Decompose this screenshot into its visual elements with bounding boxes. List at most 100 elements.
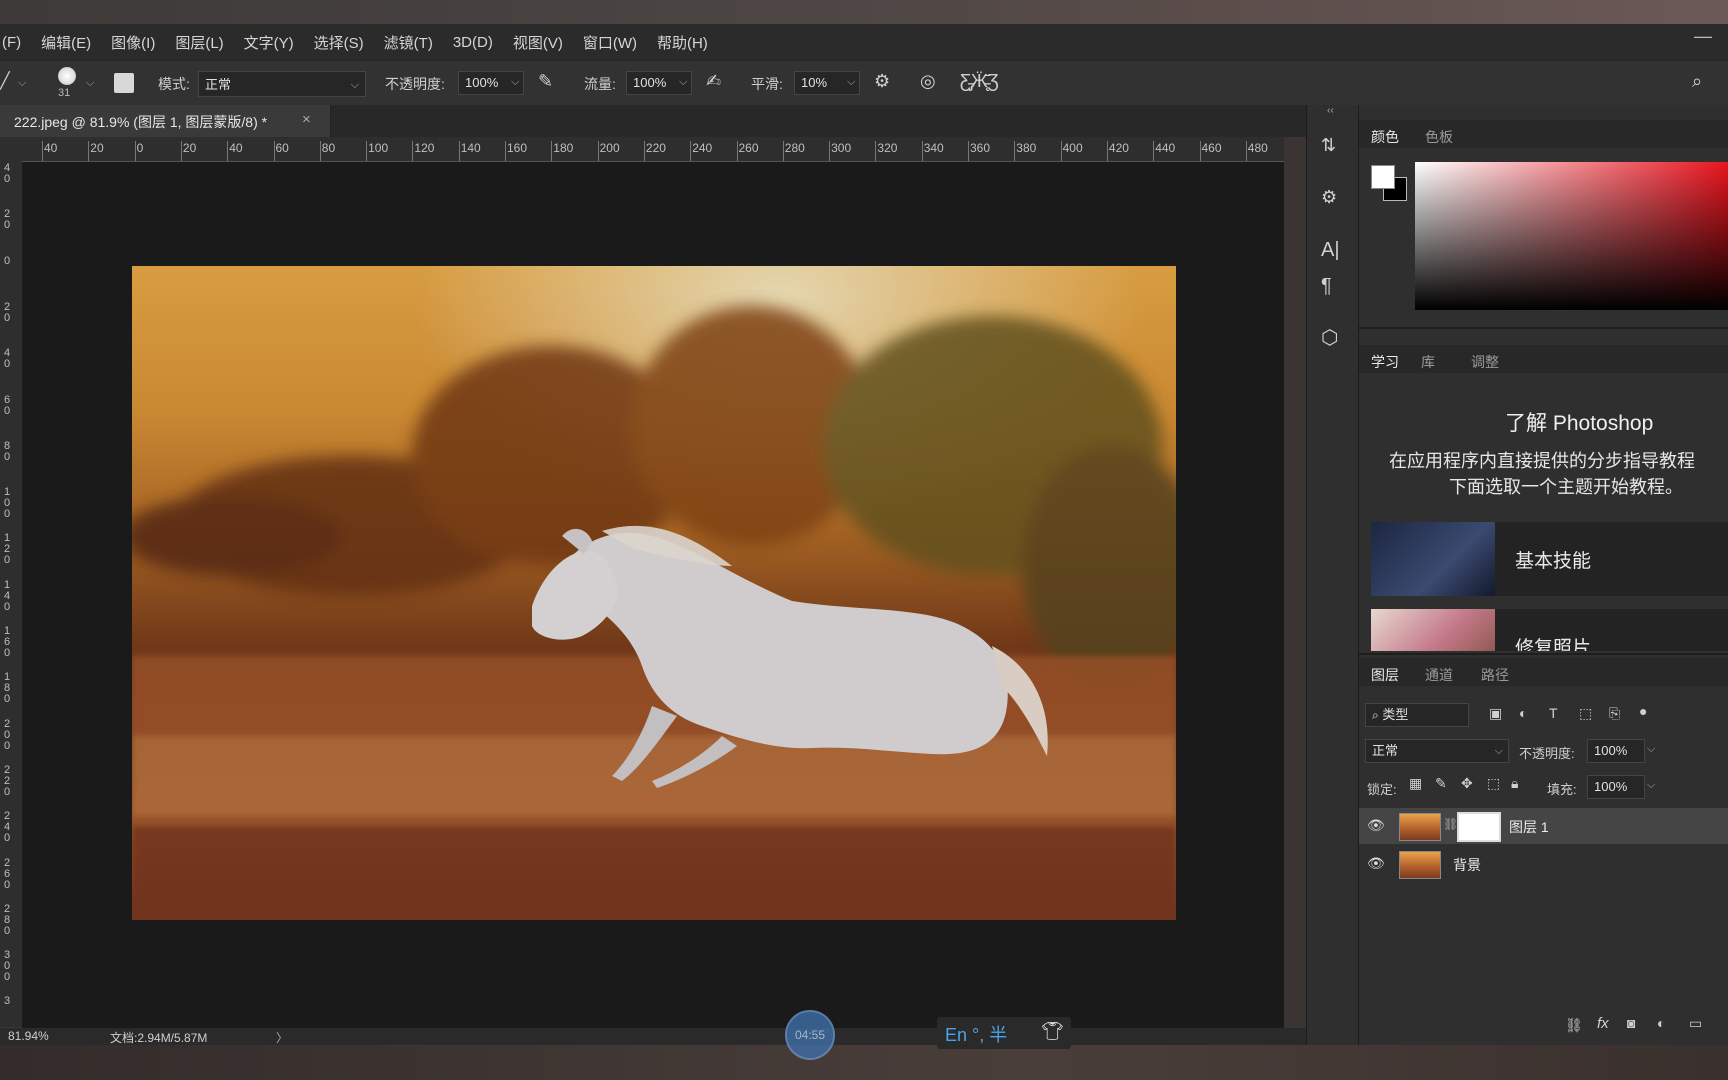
tab-layers[interactable]: 图层 (1371, 665, 1399, 685)
adjustment-layer-icon[interactable]: ◐ (1657, 1015, 1665, 1031)
ruler-label: 420 (1108, 141, 1129, 155)
type-filter-icon[interactable]: T (1549, 705, 1558, 721)
close-tab-icon[interactable]: × (302, 111, 311, 128)
document-tab[interactable]: 222.jpeg @ 81.9% (图层 1, 图层蒙版/8) * × (0, 105, 331, 137)
link-icon[interactable]: ⛓ (1443, 817, 1458, 831)
collapse-panels-icon[interactable]: ‹‹ (1327, 105, 1334, 116)
ruler-tick (921, 141, 923, 161)
smoothing-dropdown-icon[interactable]: ⌵ (847, 76, 855, 89)
adjustment-filter-icon[interactable]: ◐ (1519, 705, 1527, 721)
ruler-tick (1106, 141, 1108, 161)
layer-row[interactable]: 👁︎ 背景 (1359, 846, 1728, 882)
flow-dropdown-icon[interactable]: ⌵ (679, 76, 687, 89)
tab-libraries[interactable]: 库 (1421, 352, 1435, 372)
brush-settings-panel-icon[interactable] (114, 73, 134, 93)
new-group-icon[interactable]: ▭ (1689, 1015, 1702, 1032)
minimize-button[interactable]: — (1688, 26, 1718, 50)
tab-swatches[interactable]: 色板 (1425, 127, 1453, 147)
layer-style-icon[interactable]: fx (1597, 1015, 1609, 1032)
brush-preview-icon[interactable] (58, 67, 76, 85)
color-picker-field[interactable] (1415, 162, 1728, 310)
ime-toolbar[interactable]: En °, 半 👕︎ (937, 1017, 1071, 1049)
properties-panel-icon[interactable]: ⚙ (1321, 187, 1337, 208)
menu-3d[interactable]: 3D(D) (443, 34, 503, 51)
history-panel-icon[interactable]: ⇅ (1321, 135, 1336, 156)
chevron-down-icon: ⌵ (1494, 745, 1503, 757)
learn-item-fix-photos[interactable]: 修复照片 (1371, 609, 1728, 651)
canvas-image[interactable] (132, 266, 1176, 920)
ruler-label: 220 (3, 763, 11, 798)
shape-filter-icon[interactable]: ⬚ (1579, 705, 1592, 722)
opacity-dropdown-icon[interactable]: ⌵ (511, 76, 519, 89)
paragraph-panel-icon[interactable]: ¶ (1321, 275, 1332, 298)
airbrush-icon[interactable]: ✍ (706, 71, 721, 92)
symmetry-butterfly-icon[interactable]: Ƹ̵̡Ӝ̵̨̄Ʒ (960, 71, 999, 92)
lock-image-icon[interactable]: ✎ (1435, 775, 1447, 792)
layer-opacity-input[interactable]: 100% (1587, 739, 1645, 763)
menu-image[interactable]: 图像(I) (101, 32, 165, 53)
fill-dropdown-icon[interactable]: ⌵ (1647, 779, 1655, 792)
menu-edit[interactable]: 编辑(E) (31, 32, 101, 53)
lock-position-icon[interactable]: ✥ (1461, 775, 1473, 792)
menu-type[interactable]: 文字(Y) (234, 32, 304, 53)
layer-mask-thumbnail[interactable] (1457, 812, 1501, 842)
tab-paths[interactable]: 路径 (1481, 665, 1509, 685)
menu-view[interactable]: 视图(V) (503, 32, 573, 53)
pixel-filter-icon[interactable]: ▣ (1489, 705, 1502, 722)
eye-icon[interactable]: 👁︎ (1367, 817, 1385, 834)
ruler-label: 240 (3, 810, 11, 845)
mode-select[interactable]: 正常 ⌵ (198, 71, 366, 97)
status-menu-arrow-icon[interactable]: 〉 (276, 1029, 288, 1046)
search-icon[interactable]: ⌕ (1692, 71, 1702, 92)
ruler-label: 0 (3, 254, 11, 267)
tab-learn[interactable]: 学习 (1371, 352, 1399, 372)
ruler-tick (643, 141, 645, 161)
vertical-ruler[interactable]: 4020020406080100120140160180200220240260… (0, 161, 23, 1027)
tab-adjustments[interactable]: 调整 (1471, 352, 1499, 372)
ruler-tick (42, 141, 43, 161)
lock-transparency-icon[interactable]: ▦ (1409, 775, 1422, 792)
menu-file[interactable]: (F) (0, 34, 31, 51)
layer-filter-select[interactable]: ⌕ 类型 (1365, 703, 1469, 727)
character-panel-icon[interactable]: A| (1321, 239, 1340, 262)
fill-input[interactable]: 100% (1587, 775, 1645, 799)
tool-preset-dropdown-icon[interactable]: ⌵ (18, 77, 26, 90)
gear-icon[interactable]: ⚙ (874, 71, 890, 92)
learn-item-basic-skills[interactable]: 基本技能 (1371, 522, 1728, 596)
brush-size-label: 31 (58, 87, 71, 99)
brush-tool-icon[interactable]: ╱ (0, 71, 10, 91)
tab-color[interactable]: 颜色 (1371, 127, 1399, 147)
layer-row[interactable]: 👁︎ ⛓ 图层 1 (1359, 808, 1728, 844)
ime-skin-shirt-icon[interactable]: 👕︎ (1041, 1021, 1064, 1042)
ruler-tick (690, 141, 692, 161)
menu-help[interactable]: 帮助(H) (647, 32, 718, 53)
menu-window[interactable]: 窗口(W) (573, 32, 647, 53)
filter-toggle-icon[interactable]: ● (1639, 703, 1647, 719)
layer-name: 背景 (1453, 857, 1481, 873)
blend-mode-select[interactable]: 正常 ⌵ (1365, 739, 1509, 763)
menu-select[interactable]: 选择(S) (304, 32, 374, 53)
tool-options-bar: ╱ ⌵ 31 ⌵ 模式: 正常 ⌵ 不透明度: 100% ⌵ ✎ 流量: 100… (0, 60, 1728, 106)
lock-all-icon[interactable]: 🔒︎ (1511, 775, 1518, 792)
zoom-level[interactable]: 81.94% (8, 1029, 49, 1043)
foreground-color-swatch[interactable] (1371, 165, 1395, 189)
3d-panel-icon[interactable]: ⬡ (1321, 325, 1338, 350)
ruler-label: 100 (368, 141, 389, 155)
tab-channels[interactable]: 通道 (1425, 665, 1453, 685)
layer-opacity-dropdown-icon[interactable]: ⌵ (1647, 743, 1655, 756)
eye-icon[interactable]: 👁︎ (1367, 855, 1385, 872)
horizontal-ruler[interactable]: 40 20 0 20 40 60 80 100 120 140 160 180 200 220 240 260… (22, 137, 1284, 162)
brush-picker-chevron-icon[interactable]: ⌵ (86, 77, 94, 90)
menu-layer[interactable]: 图层(L) (165, 32, 233, 53)
pressure-opacity-icon[interactable]: ✎ (538, 71, 553, 92)
ruler-tick (968, 141, 969, 161)
menu-filter[interactable]: 滤镜(T) (374, 32, 443, 53)
smart-object-filter-icon[interactable]: ⎘ (1609, 705, 1620, 722)
lock-artboard-icon[interactable]: ⬚ (1487, 775, 1500, 792)
link-layers-icon[interactable]: ⛓ (1565, 1017, 1583, 1034)
ruler-label: 300 (3, 949, 11, 984)
pressure-size-icon[interactable]: ◎ (920, 71, 936, 92)
color-panel-tabbar (1359, 120, 1728, 148)
ruler-label: 140 (3, 578, 11, 613)
add-mask-icon[interactable]: ◙ (1627, 1015, 1635, 1031)
